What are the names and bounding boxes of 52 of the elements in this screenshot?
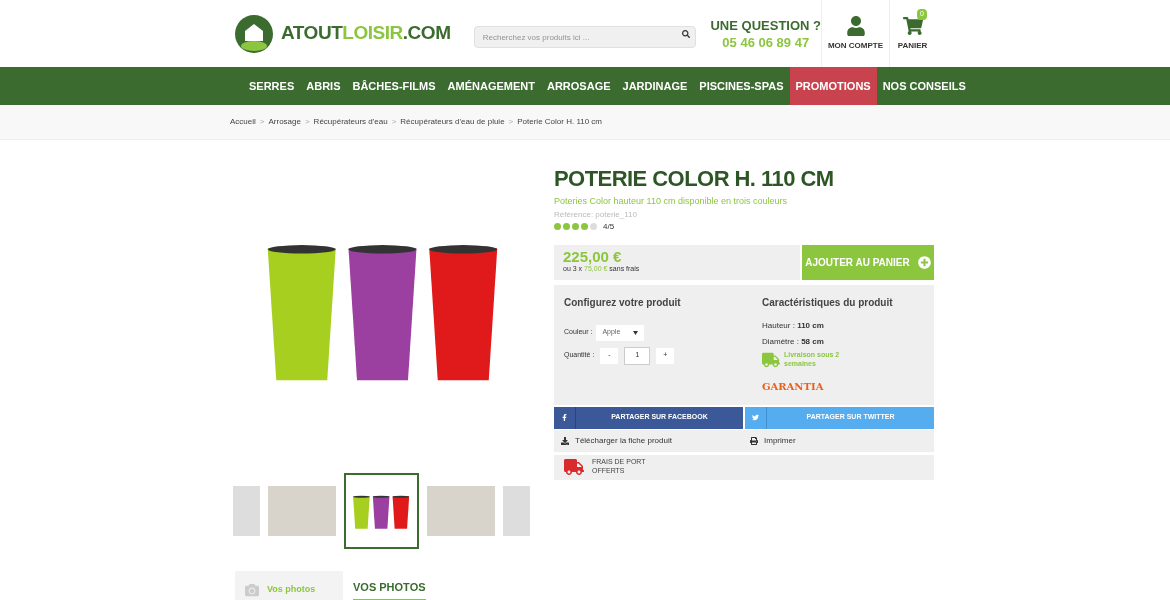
download-link[interactable]: Télécharger la fiche produit (554, 434, 744, 447)
logo-text[interactable]: ATOUTLOISIR.COM (281, 19, 451, 48)
plus-icon (917, 255, 931, 269)
cart-icon (902, 15, 923, 36)
print-link[interactable]: Imprimer (744, 434, 796, 447)
diameter-spec: Diamètre : 58 cm (762, 335, 825, 348)
user-icon (845, 15, 866, 36)
rating-text: 4/5 (603, 220, 615, 233)
camera-icon (245, 583, 259, 597)
product-reference: Référence: poterie_110 (554, 208, 639, 221)
caret-icon (633, 330, 639, 335)
truck-icon (762, 350, 780, 369)
print-icon (750, 436, 758, 445)
nav-item[interactable]: AMÉNAGEMENT (441, 67, 541, 105)
warranty-logo: GARANTIA (762, 379, 825, 394)
product-title: POTERIE COLOR H. 110 CM (554, 168, 835, 190)
breadcrumb-link[interactable]: Arrosage (268, 116, 301, 128)
nav-item[interactable]: ABRIS (300, 67, 347, 105)
breadcrumb-separator: > (259, 116, 265, 128)
search-icon (682, 29, 691, 38)
thumbnail[interactable] (233, 486, 261, 536)
twitter-icon (752, 414, 759, 421)
height-spec: Hauteur : 110 cm (762, 319, 825, 332)
thumbnail[interactable] (502, 486, 530, 536)
panel-heading: Configurez votre produit (564, 295, 682, 310)
nav-item[interactable]: JARDINAGE (616, 67, 694, 105)
breadcrumb-link[interactable]: Récupérateurs d'eau de pluie (400, 116, 505, 128)
nav-item[interactable]: NOS CONSEILS (876, 67, 972, 105)
nav-item[interactable]: PROMOTIONS (789, 67, 877, 105)
nav-item[interactable]: BÂCHES-FILMS (346, 67, 442, 105)
thumbnail[interactable] (268, 486, 337, 536)
logo-icon (235, 14, 273, 53)
price: 225,00 € (563, 249, 623, 265)
breadcrumb-separator: > (304, 116, 310, 128)
breadcrumb-link[interactable]: Poterie Color H. 110 cm (517, 116, 603, 128)
thumbnail[interactable] (344, 473, 419, 549)
product-subtitle: Poteries Color hauteur 110 cm disponible en trois couleurs (554, 195, 788, 208)
nav-item[interactable]: PISCINES-SPAS (693, 67, 790, 105)
breadcrumb-separator: > (508, 116, 514, 128)
facebook-icon (561, 414, 568, 421)
truck-icon (564, 457, 584, 477)
nav-item[interactable]: SERRES (243, 67, 301, 105)
breadcrumb-link[interactable]: Accueil (230, 116, 256, 128)
breadcrumb-link[interactable]: Récupérateurs d'eau (313, 116, 388, 128)
panel-heading: Caractéristiques du produit (762, 295, 893, 310)
question-text: UNE QUESTION ? (710, 18, 821, 32)
nav-item[interactable]: ARROSAGE (541, 67, 617, 105)
section-heading: VOS PHOTOS (353, 578, 426, 600)
breadcrumb-separator: > (391, 116, 397, 128)
download-icon (561, 436, 569, 445)
thumbnail[interactable] (426, 486, 495, 536)
search-field[interactable]: Recherchez vos produits ici ... (473, 26, 697, 48)
